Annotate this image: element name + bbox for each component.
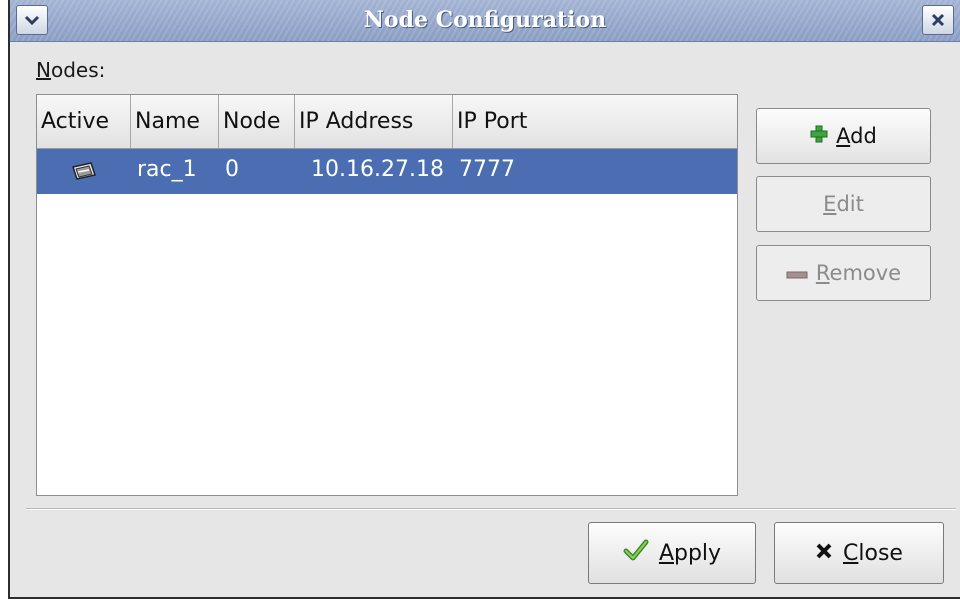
minus-icon xyxy=(786,261,808,285)
column-header-ip-port[interactable]: IP Port xyxy=(453,95,737,148)
column-header-ip-address[interactable]: IP Address xyxy=(295,95,453,148)
ip-port-cell: 7777 xyxy=(459,157,515,182)
table-row[interactable]: rac_1 0 10.16.27.18 7777 xyxy=(37,149,737,194)
separator xyxy=(26,508,956,510)
close-button[interactable]: Close xyxy=(774,522,944,584)
nodes-list-header: Active Name Node IP Address IP Port xyxy=(37,95,737,149)
ip-address-cell: 10.16.27.18 xyxy=(311,157,444,182)
nodes-list[interactable]: Active Name Node IP Address IP Port rac_… xyxy=(36,94,738,496)
window-close-button[interactable] xyxy=(922,5,954,35)
apply-rest: pply xyxy=(674,540,722,566)
checkmark-icon xyxy=(623,538,649,568)
window-title: Node Configuration xyxy=(363,7,607,33)
remove-accel: R xyxy=(815,261,830,285)
close-accel: C xyxy=(843,540,859,566)
add-accel: A xyxy=(836,124,851,148)
nodes-label-accel: N xyxy=(36,58,51,82)
add-button-label: Add xyxy=(836,124,877,148)
active-node-icon xyxy=(72,162,96,180)
column-header-active[interactable]: Active xyxy=(37,95,131,148)
nodes-label: Nodes: xyxy=(36,58,105,82)
active-cell xyxy=(71,149,111,194)
edit-button[interactable]: Edit xyxy=(756,176,931,232)
column-header-node[interactable]: Node xyxy=(219,95,295,148)
remove-button-label: Remove xyxy=(816,261,901,285)
edit-accel: E xyxy=(823,192,837,216)
apply-button[interactable]: Apply xyxy=(588,522,756,584)
close-rest: lose xyxy=(858,540,903,566)
edit-rest: dit xyxy=(836,192,864,216)
apply-button-label: Apply xyxy=(659,541,721,566)
column-header-name[interactable]: Name xyxy=(131,95,219,148)
add-rest: dd xyxy=(850,124,877,148)
plus-icon xyxy=(810,124,828,148)
close-button-label: Close xyxy=(843,541,903,566)
remove-button[interactable]: Remove xyxy=(756,245,931,301)
remove-rest: emove xyxy=(829,261,902,285)
node-configuration-window: Node Configuration Nodes: Active Name No… xyxy=(8,0,960,599)
title-bar[interactable]: Node Configuration xyxy=(10,0,960,42)
x-icon xyxy=(815,541,833,566)
node-cell: 0 xyxy=(225,157,239,182)
nodes-label-rest: odes: xyxy=(50,58,106,82)
close-icon xyxy=(931,13,945,27)
name-cell: rac_1 xyxy=(137,157,197,182)
edit-button-label: Edit xyxy=(823,192,864,216)
add-button[interactable]: Add xyxy=(756,108,931,164)
apply-accel: A xyxy=(658,540,674,566)
